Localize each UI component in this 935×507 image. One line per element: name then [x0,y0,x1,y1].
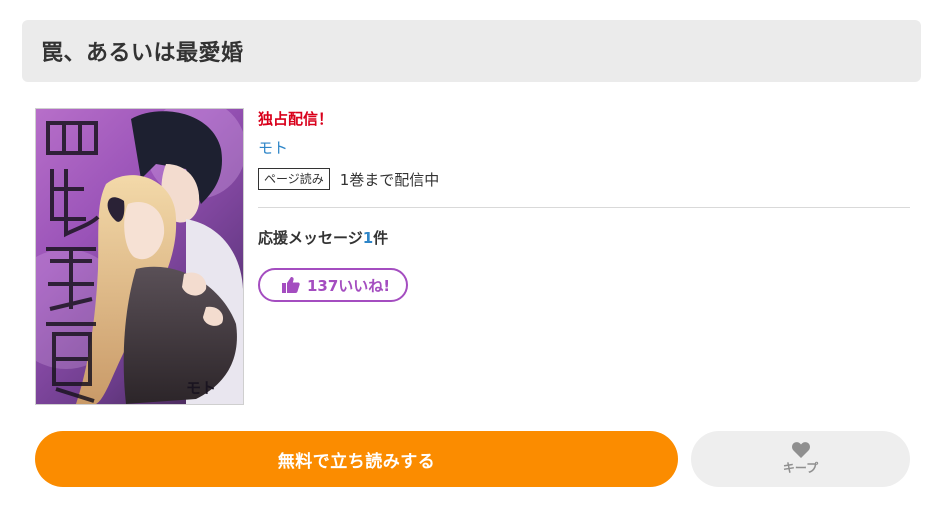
page-title: 罠、あるいは最愛婚 [41,41,244,66]
availability-text: 1巻まで配信中 [339,170,440,189]
exclusive-label: 独占配信！ [258,110,334,128]
format-badge: ページ読み [258,168,330,190]
author-link[interactable]: モト [258,137,910,157]
cover-author-mark: モト [186,379,216,397]
support-messages[interactable]: 応援メッセージ1件 [258,227,910,248]
support-prefix: 応援メッセージ [258,229,363,247]
book-cover[interactable]: モト [35,108,244,405]
title-bar: 罠、あるいは最愛婚 [22,20,921,82]
support-count: 1 [362,229,374,247]
like-label: 137いいね! [307,276,391,295]
keep-button[interactable]: キープ [691,431,910,487]
heart-icon [791,442,810,458]
cover-illustration: モト [36,109,243,404]
keep-label: キープ [782,461,819,475]
book-info: 独占配信！ モト ページ読み 1巻まで配信中 応援メッセージ1件 137いいね! [258,104,910,302]
like-button[interactable]: 137いいね! [258,268,409,302]
read-free-label: 無料で立ち読みする [277,451,436,472]
support-suffix: 件 [373,229,389,247]
availability-row: ページ読み 1巻まで配信中 [258,168,910,190]
thumbs-up-icon [282,277,300,293]
divider [258,207,910,208]
read-free-button[interactable]: 無料で立ち読みする [35,431,678,487]
